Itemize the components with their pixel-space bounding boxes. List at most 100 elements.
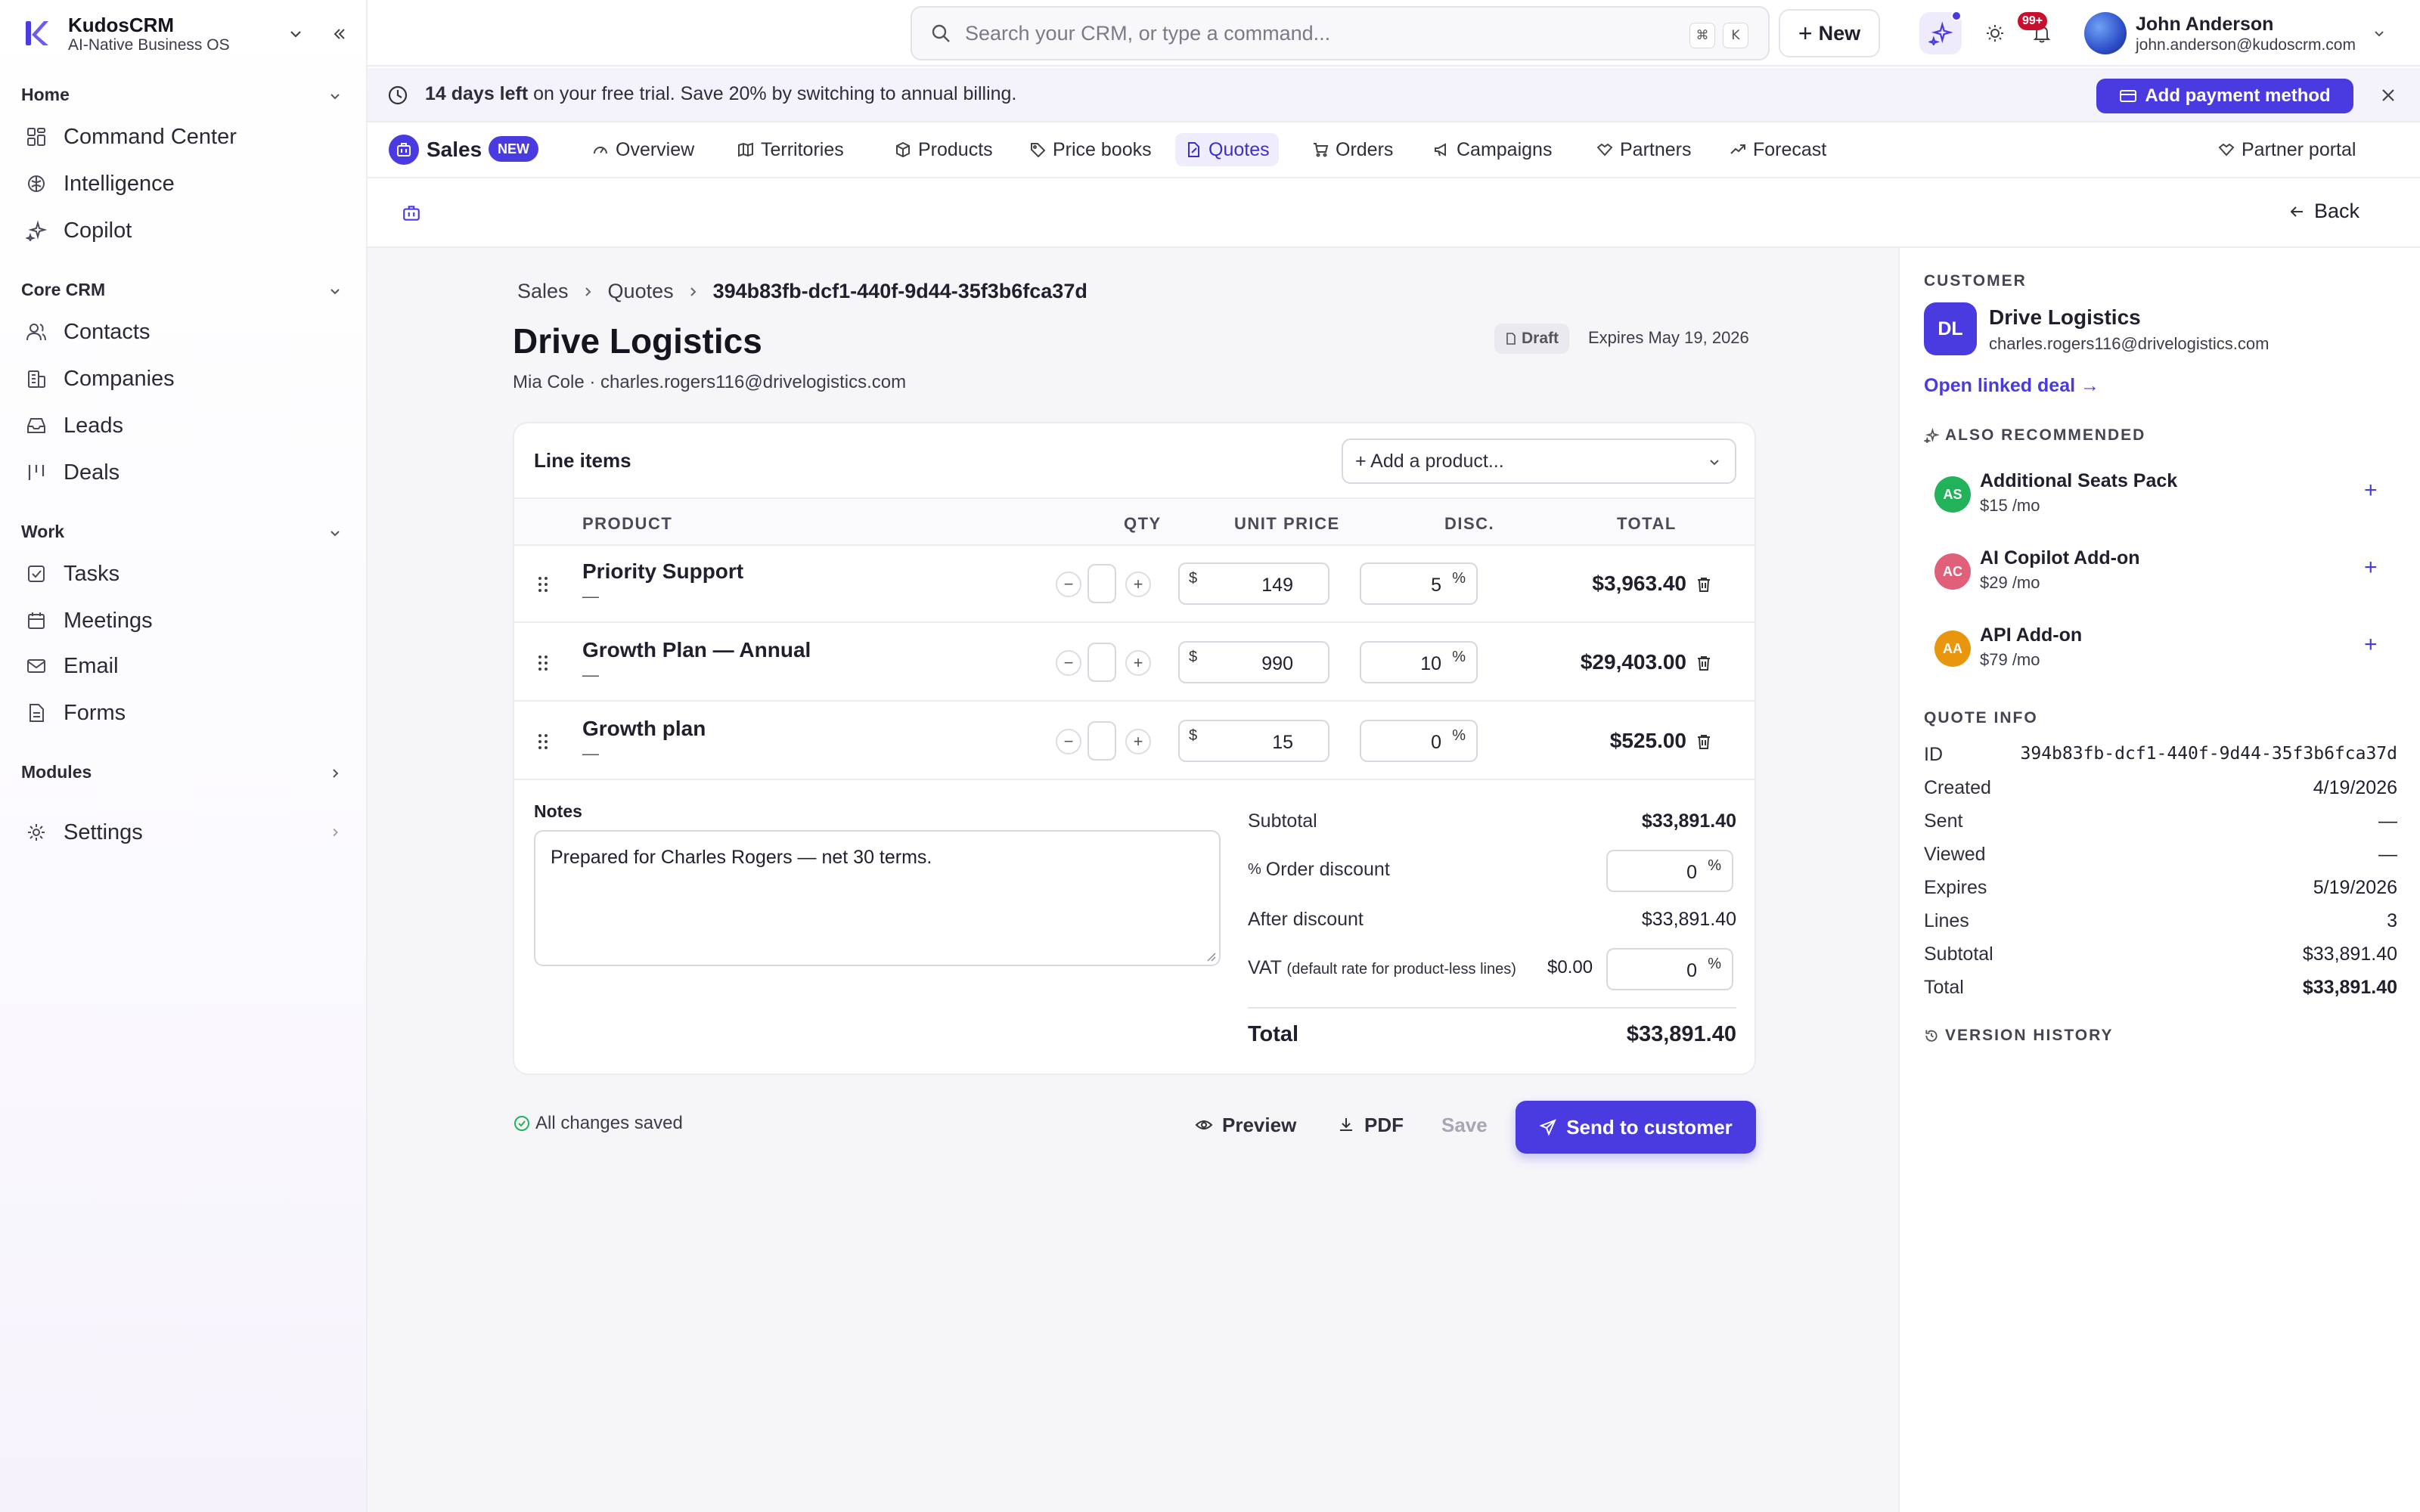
qty-decrement-button[interactable]: − xyxy=(1056,572,1081,597)
trash-icon[interactable] xyxy=(1694,732,1714,751)
search-input[interactable]: Search your CRM, or type a command... ⌘ … xyxy=(911,6,1770,60)
info-value: $33,891.40 xyxy=(2302,977,2397,998)
tab-products[interactable]: Products xyxy=(885,133,1002,166)
save-button[interactable]: Save xyxy=(1426,1101,1503,1149)
trash-icon[interactable] xyxy=(1694,653,1714,673)
percent-icon: % xyxy=(1248,861,1261,878)
qty-increment-button[interactable]: + xyxy=(1125,650,1151,676)
new-button[interactable]: + New xyxy=(1779,9,1880,57)
add-payment-method-button[interactable]: Add payment method xyxy=(2096,79,2353,113)
unit-price-input[interactable]: $15 xyxy=(1178,720,1329,762)
discount-input[interactable]: 0% xyxy=(1360,720,1478,762)
trash-icon[interactable] xyxy=(1694,575,1714,594)
drag-handle-icon[interactable] xyxy=(534,573,552,596)
sidebar-item-leads[interactable]: Leads xyxy=(21,404,354,447)
section-core-crm-title[interactable]: Core CRM xyxy=(21,280,105,300)
chevron-right-icon[interactable] xyxy=(325,764,345,783)
module-name[interactable]: Sales xyxy=(427,138,482,162)
add-product-select[interactable]: + Add a product... xyxy=(1342,438,1736,484)
tab-campaigns[interactable]: Campaigns xyxy=(1423,133,1561,166)
chevron-down-icon xyxy=(1708,455,1721,469)
tab-partners[interactable]: Partners xyxy=(1587,133,1700,166)
tab-overview[interactable]: Overview xyxy=(582,133,703,166)
discount-input[interactable]: 5% xyxy=(1360,562,1478,605)
app-tagline: AI-Native Business OS xyxy=(68,36,230,54)
sidebar: KudosCRM AI-Native Business OS Home Comm… xyxy=(0,0,368,1512)
sidebar-item-email[interactable]: Email xyxy=(21,645,354,687)
order-discount-input[interactable]: 0% xyxy=(1606,850,1733,892)
qty-input[interactable] xyxy=(1087,564,1116,603)
chevron-down-icon[interactable] xyxy=(325,281,345,301)
version-history-toggle[interactable]: VERSION HISTORY xyxy=(1924,1027,2114,1045)
recommended-item[interactable]: AS Additional Seats Pack $15 /mo + xyxy=(1924,458,2400,531)
qty-input[interactable] xyxy=(1087,643,1116,682)
sidebar-item-forms[interactable]: Forms xyxy=(21,692,354,734)
user-name[interactable]: John Anderson xyxy=(2136,14,2273,36)
tab-label: Products xyxy=(918,138,993,160)
tab-forecast[interactable]: Forecast xyxy=(1720,133,1835,166)
workspace-chevron-icon[interactable] xyxy=(284,23,307,45)
add-recommended-button[interactable]: + xyxy=(2364,555,2378,581)
currency-symbol: $ xyxy=(1189,649,1198,665)
sidebar-item-intelligence[interactable]: Intelligence xyxy=(21,163,354,205)
sidebar-item-companies[interactable]: Companies xyxy=(21,358,354,400)
open-linked-deal-link[interactable]: Open linked deal → xyxy=(1924,375,2099,397)
avatar[interactable] xyxy=(2084,12,2127,54)
section-home-title[interactable]: Home xyxy=(21,85,70,105)
qty-increment-button[interactable]: + xyxy=(1125,729,1151,754)
customer-name[interactable]: Drive Logistics xyxy=(1989,305,2141,330)
section-modules-title[interactable]: Modules xyxy=(21,762,92,782)
theme-sun-icon[interactable] xyxy=(1980,18,2010,48)
qty-input[interactable] xyxy=(1087,721,1116,761)
add-recommended-button[interactable]: + xyxy=(2364,632,2378,658)
recommended-item[interactable]: AA API Add-on $79 /mo + xyxy=(1924,612,2400,685)
qty-decrement-button[interactable]: − xyxy=(1056,650,1081,676)
resize-handle-icon[interactable] xyxy=(1205,951,1216,962)
add-recommended-button[interactable]: + xyxy=(2364,478,2378,503)
section-work-title[interactable]: Work xyxy=(21,522,64,542)
unit-price-input[interactable]: $990 xyxy=(1178,641,1329,683)
pdf-button[interactable]: PDF xyxy=(1325,1101,1416,1149)
tag-icon xyxy=(1028,141,1047,159)
drag-handle-icon[interactable] xyxy=(534,730,552,753)
vat-rate-input[interactable]: 0% xyxy=(1606,948,1733,990)
percent-symbol: % xyxy=(1708,857,1721,874)
collapse-sidebar-icon[interactable] xyxy=(328,23,351,45)
table-row: Growth Plan — Annual — − + $990 10% $29,… xyxy=(514,624,1754,702)
row-total: $3,963.40 xyxy=(1592,572,1686,595)
tab-territories[interactable]: Territories xyxy=(728,133,853,166)
recommended-item[interactable]: AC AI Copilot Add-on $29 /mo + xyxy=(1924,535,2400,608)
close-icon[interactable] xyxy=(2376,83,2400,107)
send-to-customer-button[interactable]: Send to customer xyxy=(1516,1101,1756,1154)
after-discount-label: After discount xyxy=(1248,909,1364,930)
tab-price-books[interactable]: Price books xyxy=(1019,133,1161,166)
recommended-name: API Add-on xyxy=(1980,624,2083,646)
breadcrumb-sales[interactable]: Sales xyxy=(517,280,569,303)
preview-button[interactable]: Preview xyxy=(1180,1101,1311,1149)
partner-portal-link[interactable]: Partner portal xyxy=(2208,133,2365,166)
sidebar-item-meetings[interactable]: Meetings xyxy=(21,600,354,642)
discount-input[interactable]: 10% xyxy=(1360,641,1478,683)
chevron-right-icon[interactable] xyxy=(325,823,345,842)
tab-quotes[interactable]: Quotes xyxy=(1175,133,1279,166)
notes-textarea[interactable]: Prepared for Charles Rogers — net 30 ter… xyxy=(534,830,1221,966)
sidebar-item-tasks[interactable]: Tasks xyxy=(21,553,354,595)
back-button[interactable]: Back xyxy=(2288,200,2360,223)
chevron-down-icon[interactable] xyxy=(325,523,345,543)
chevron-down-icon[interactable] xyxy=(325,86,345,106)
sidebar-item-copilot[interactable]: Copilot xyxy=(21,209,354,252)
unit-price-input[interactable]: $149 xyxy=(1178,562,1329,605)
app-name: KudosCRM xyxy=(68,14,175,36)
sidebar-item-deals[interactable]: Deals xyxy=(21,451,354,494)
sidebar-item-command-center[interactable]: Command Center xyxy=(21,116,354,158)
breadcrumb-quotes[interactable]: Quotes xyxy=(608,280,674,303)
sidebar-item-contacts[interactable]: Contacts xyxy=(21,311,354,353)
briefcase-icon[interactable] xyxy=(398,200,425,227)
qty-decrement-button[interactable]: − xyxy=(1056,729,1081,754)
tab-orders[interactable]: Orders xyxy=(1302,133,1402,166)
user-menu-chevron-icon[interactable] xyxy=(2369,23,2390,44)
sidebar-item-settings[interactable]: Settings xyxy=(21,811,354,854)
qty-increment-button[interactable]: + xyxy=(1125,572,1151,597)
drag-handle-icon[interactable] xyxy=(534,652,552,674)
row-total: $29,403.00 xyxy=(1580,650,1686,674)
